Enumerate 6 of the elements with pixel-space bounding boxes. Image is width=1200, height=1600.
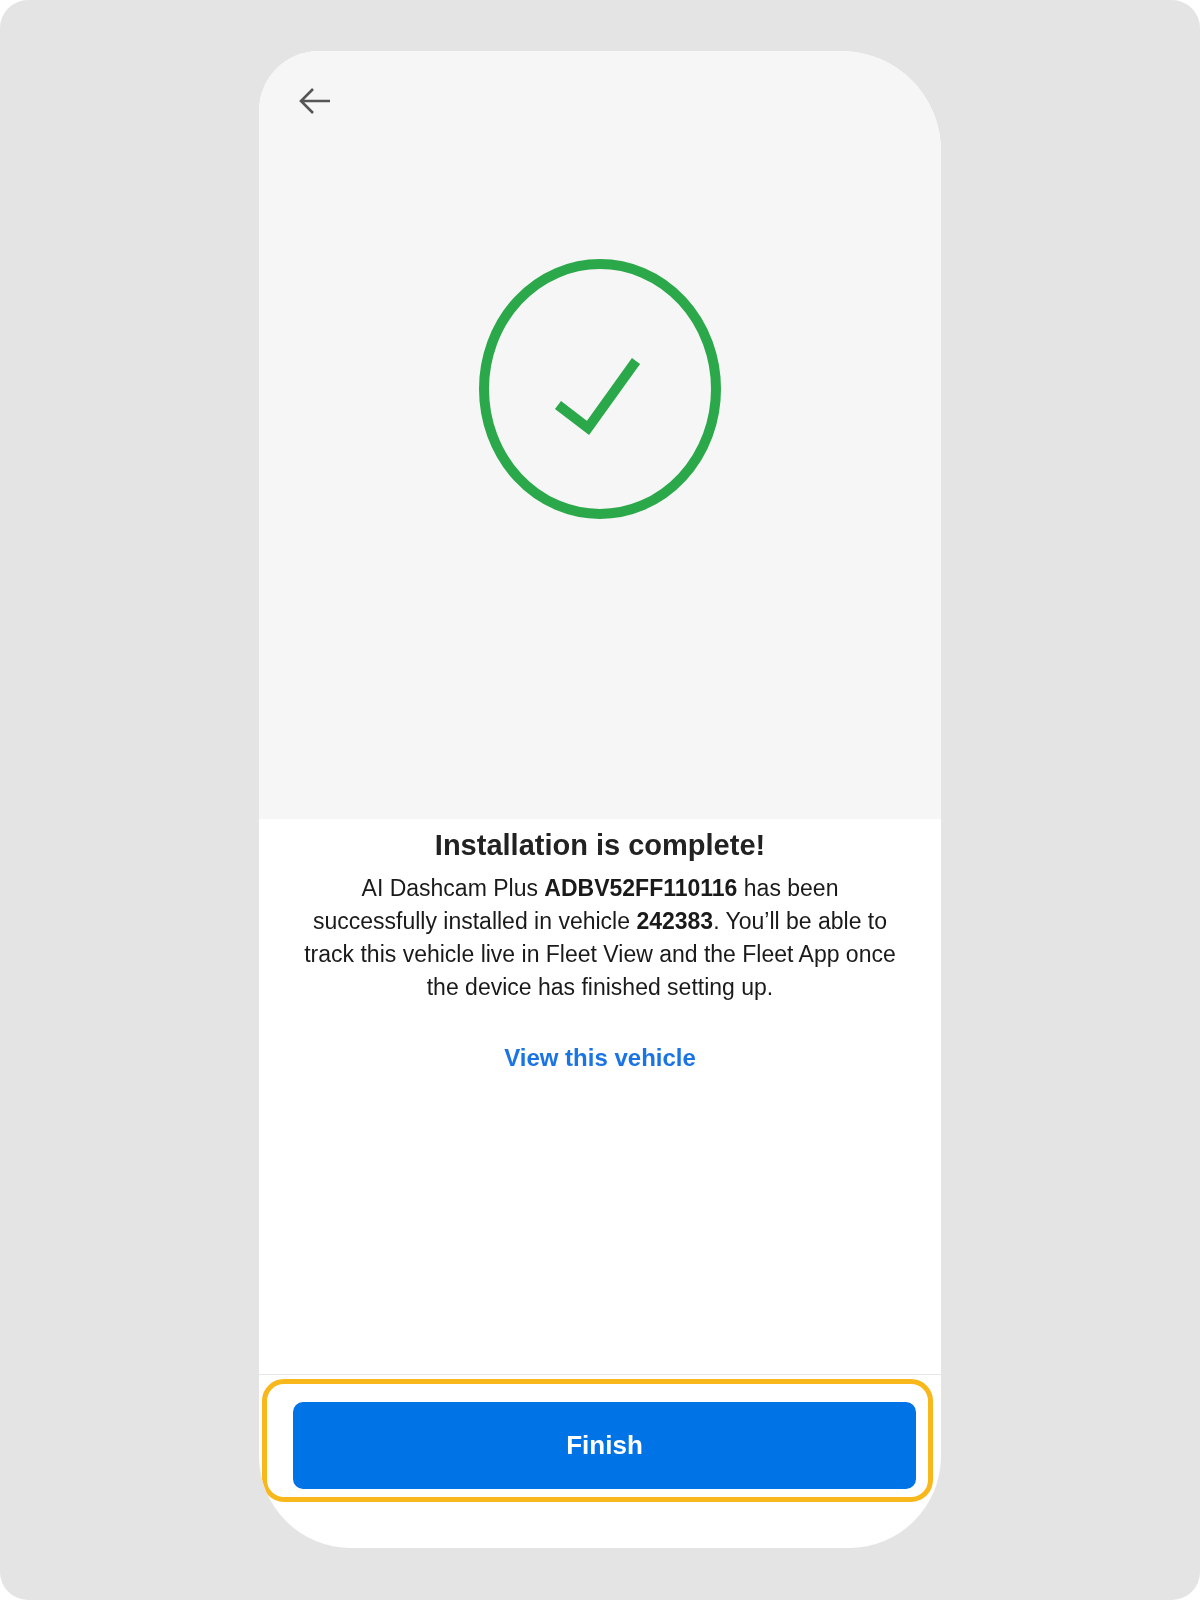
back-arrow-icon: [298, 87, 332, 115]
view-vehicle-link[interactable]: View this vehicle: [504, 1044, 696, 1072]
success-message: AI Dashcam Plus ADBV52FF110116 has been successfully installed in vehicle 242383. You’ll be able to track this vehicle live in Fleet View and the Fleet App once the device has finished setting up.: [303, 874, 897, 1002]
success-title: Installation is complete!: [434, 829, 766, 862]
finish-button[interactable]: Finish: [293, 1402, 916, 1489]
success-check-icon: [478, 257, 722, 520]
